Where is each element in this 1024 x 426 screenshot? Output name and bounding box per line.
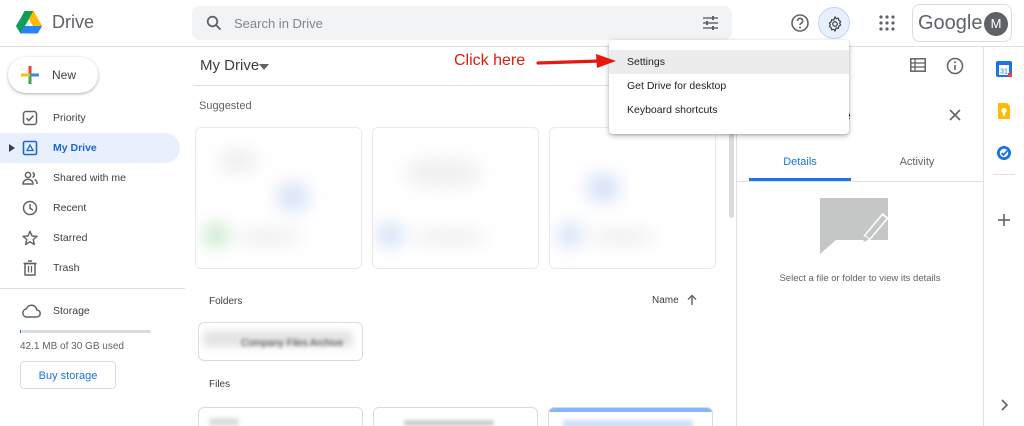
trash-icon	[23, 260, 37, 276]
add-icon[interactable]	[995, 211, 1013, 229]
menu-item-keyboard-shortcuts[interactable]: Keyboard shortcuts	[609, 98, 849, 122]
keep-icon[interactable]	[995, 102, 1013, 120]
sidebar-item-shared-with-me[interactable]: Shared with me	[0, 163, 180, 193]
folder-item[interactable]: Company Files Archive	[198, 322, 363, 361]
search-input[interactable]: Search in Drive	[234, 16, 323, 31]
storage-progress-bar	[20, 330, 151, 333]
plus-icon	[21, 66, 39, 84]
file-card[interactable]	[548, 407, 713, 426]
help-icon[interactable]	[788, 11, 812, 35]
tasks-icon[interactable]	[995, 144, 1013, 162]
empty-details-text: Select a file or folder to view its deta…	[779, 273, 941, 284]
folder-name: Company Files Archive	[241, 338, 344, 349]
close-icon[interactable]	[946, 106, 964, 124]
expand-arrow-icon[interactable]	[9, 144, 15, 152]
annotation-text: Click here	[454, 52, 526, 69]
tab-label: Activity	[899, 156, 935, 168]
details-panel-border	[736, 86, 737, 426]
clock-icon	[22, 200, 38, 216]
apps-grid-icon[interactable]	[878, 14, 896, 32]
new-button[interactable]: New	[8, 57, 98, 93]
suggested-file-card[interactable]	[372, 127, 539, 269]
empty-details-illustration-icon	[820, 198, 889, 254]
new-label: New	[52, 68, 77, 82]
people-icon	[22, 171, 38, 185]
search-icon[interactable]	[206, 15, 222, 31]
google-drive-logo-icon[interactable]	[16, 9, 42, 35]
account-switcher[interactable]: Google M	[912, 4, 1012, 42]
sidebar-item-label: My Drive	[53, 142, 97, 154]
storage-label: Storage	[53, 305, 90, 317]
menu-item-label: Keyboard shortcuts	[627, 104, 718, 116]
tab-activity[interactable]: Activity	[866, 150, 968, 181]
tab-label: Details	[783, 156, 817, 168]
sidebar-item-label: Recent	[53, 202, 87, 214]
avatar[interactable]: M	[984, 12, 1008, 36]
sidebar-item-my-drive[interactable]: My Drive	[0, 133, 180, 163]
calendar-icon[interactable]: 31	[995, 60, 1013, 78]
sidebar-divider	[0, 288, 185, 289]
files-heading: Files	[209, 379, 231, 390]
filter-options-icon[interactable]	[703, 16, 718, 30]
side-rail-border	[983, 47, 984, 426]
info-icon[interactable]	[946, 57, 964, 75]
suggested-heading: Suggested	[199, 100, 252, 112]
sidebar-item-label: Priority	[53, 112, 86, 124]
chevron-right-icon[interactable]	[995, 396, 1013, 414]
priority-checkbox-icon	[22, 110, 38, 126]
sort-by-name-button[interactable]: Name	[652, 295, 679, 306]
menu-item-label: Get Drive for desktop	[627, 80, 727, 92]
menu-item-settings[interactable]: Settings	[609, 50, 849, 74]
sidebar-item-trash[interactable]: Trash	[0, 253, 180, 283]
suggested-file-card[interactable]	[549, 127, 716, 269]
annotation-arrow-icon	[536, 54, 616, 68]
rail-divider	[993, 174, 1015, 175]
sidebar-item-storage[interactable]: Storage	[0, 296, 180, 326]
arrow-up-icon[interactable]	[686, 294, 698, 306]
sidebar-item-starred[interactable]: Starred	[0, 223, 180, 253]
gear-icon	[828, 16, 842, 32]
storage-used-text: 42.1 MB of 30 GB used	[20, 341, 124, 352]
sidebar-item-label: Starred	[53, 232, 88, 244]
google-brand-text: Google	[918, 12, 983, 34]
search-bar[interactable]: Search in Drive	[192, 6, 732, 40]
tab-details[interactable]: Details	[749, 150, 851, 181]
file-thumbnail-header	[549, 408, 712, 412]
star-icon	[22, 230, 38, 246]
cloud-icon	[22, 304, 41, 318]
svg-text:31: 31	[1000, 68, 1008, 75]
storage-progress-fill	[20, 330, 21, 333]
sidebar-item-recent[interactable]: Recent	[0, 193, 180, 223]
sidebar-item-label: Trash	[53, 262, 80, 274]
chevron-down-icon[interactable]	[259, 64, 269, 70]
menu-item-label: Settings	[627, 56, 665, 68]
buy-storage-label: Buy storage	[38, 370, 98, 382]
sidebar-item-priority[interactable]: Priority	[0, 103, 180, 133]
file-card[interactable]	[198, 407, 363, 426]
settings-menu: Settings Get Drive for desktop Keyboard …	[609, 40, 849, 134]
buy-storage-button[interactable]: Buy storage	[20, 361, 116, 389]
list-view-icon[interactable]	[910, 58, 926, 72]
my-drive-icon	[22, 140, 38, 156]
sidebar-item-label: Shared with me	[53, 172, 126, 184]
app-name: Drive	[52, 12, 95, 32]
page-title[interactable]: My Drive	[200, 57, 259, 74]
settings-button[interactable]	[818, 7, 850, 39]
top-bar: Drive Search in Drive Google M	[0, 0, 1024, 47]
tabs-divider	[737, 181, 983, 182]
file-card[interactable]	[373, 407, 538, 426]
folders-heading: Folders	[209, 296, 243, 307]
suggested-file-card[interactable]	[195, 127, 362, 269]
menu-item-get-drive-for-desktop[interactable]: Get Drive for desktop	[609, 74, 849, 98]
